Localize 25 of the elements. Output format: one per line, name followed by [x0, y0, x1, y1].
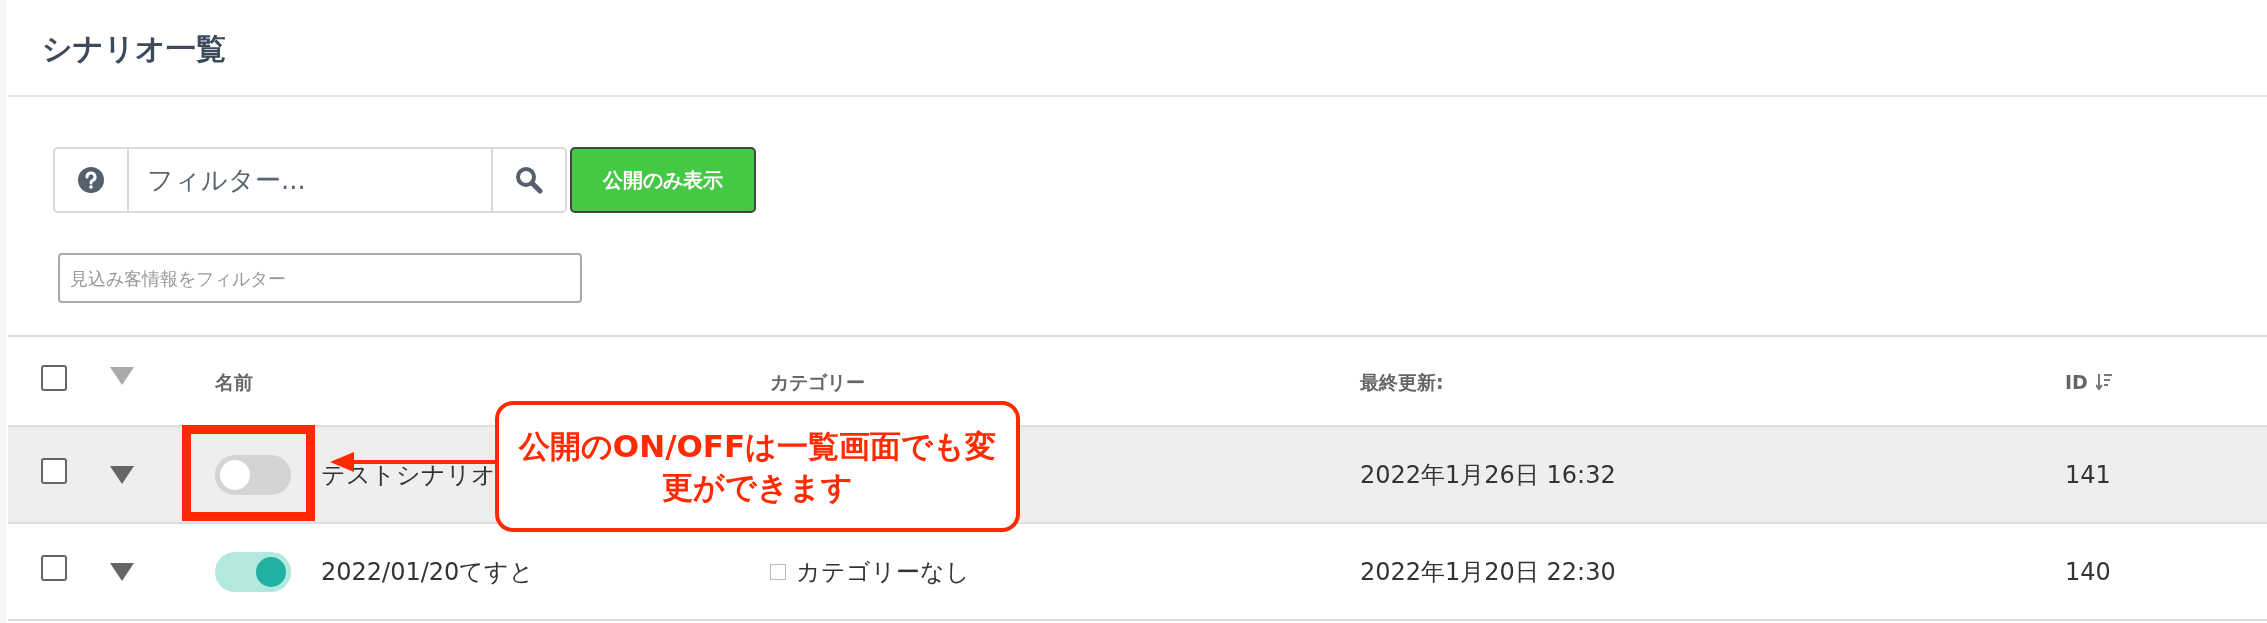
updated-date: 2022年1月20日 22:30	[1360, 556, 1617, 588]
filter-field[interactable]: フィルター...	[53, 147, 567, 213]
column-header[interactable]: カテゴリー	[770, 367, 865, 397]
page-title: シナリオ一覧	[8, 0, 2267, 97]
row-checkbox[interactable]	[41, 555, 67, 581]
row-checkbox[interactable]	[41, 458, 67, 484]
column-header[interactable]: 名前	[215, 367, 253, 397]
search-icon[interactable]	[515, 166, 543, 194]
updated-date: 2022年1月26日 16:32	[1360, 459, 1617, 491]
caret-icon[interactable]	[110, 563, 134, 581]
lead-filter-field[interactable]: 見込み客情報をフィルター	[58, 253, 582, 303]
column-header[interactable]: 最終更新:	[1360, 370, 1444, 393]
id-text: 141	[2065, 459, 2111, 491]
caret-icon[interactable]	[110, 466, 134, 484]
publish-toggle[interactable]	[215, 551, 291, 592]
square-icon	[770, 563, 786, 580]
id-text: 140	[2065, 556, 2111, 588]
column-header[interactable]: ID	[2065, 367, 2088, 397]
annotation-tooltip: 公開のON/OFFは一覧画面でも変更ができます	[495, 401, 1020, 532]
category-text: カテゴリーなし	[796, 556, 970, 588]
help-icon[interactable]	[78, 167, 104, 193]
select-all-checkbox[interactable]	[41, 364, 67, 391]
publish-toggle[interactable]	[215, 454, 291, 495]
sort-icon[interactable]	[2095, 372, 2112, 392]
scenario-name[interactable]: 2022/01/20てすと	[321, 553, 535, 590]
